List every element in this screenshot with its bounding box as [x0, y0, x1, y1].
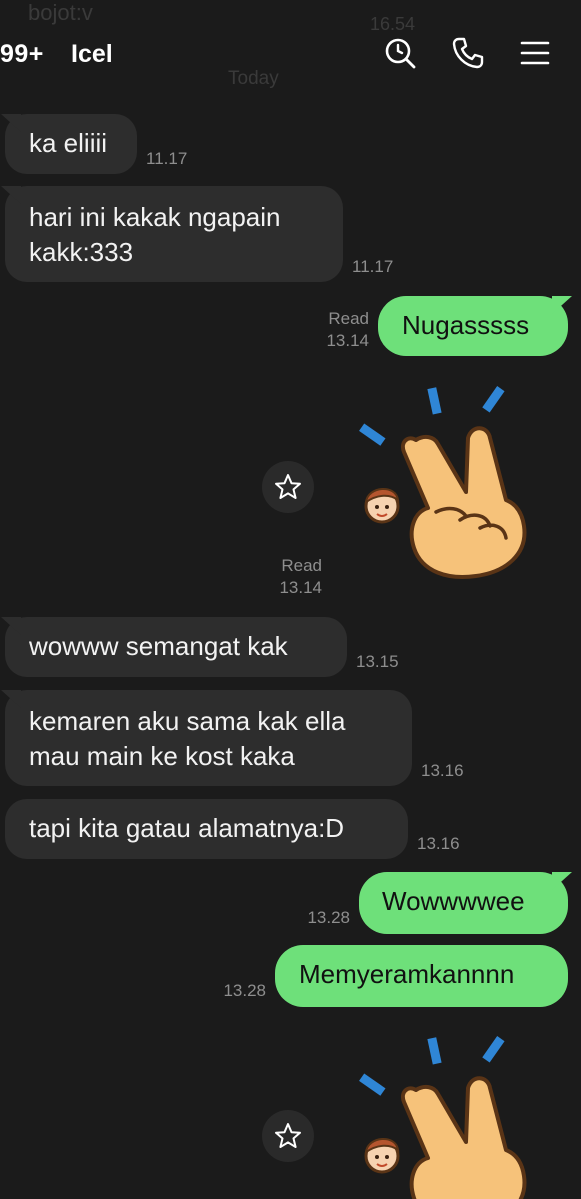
- message-text: hari ini kakak ngapain kakk:333: [29, 202, 281, 267]
- message-text: kemaren aku sama kak ella mau main ke ko…: [29, 706, 346, 771]
- favorite-sticker-button[interactable]: [262, 461, 314, 513]
- star-icon: [275, 474, 301, 499]
- message-time: 13.28: [307, 908, 350, 927]
- message-text: wowww semangat kak: [29, 631, 288, 661]
- message-text: Nugasssss: [402, 310, 530, 340]
- message-time: 13.15: [356, 652, 399, 671]
- outgoing-message-bubble[interactable]: Nugasssss: [378, 296, 568, 356]
- background-preview-sender: bojot:v: [28, 0, 93, 25]
- peace-hand-sticker[interactable]: [356, 1030, 536, 1199]
- read-status: Read: [281, 556, 322, 575]
- incoming-message-bubble[interactable]: kemaren aku sama kak ella mau main ke ko…: [5, 690, 412, 786]
- unread-count-back-button[interactable]: 99+: [0, 40, 44, 69]
- message-time: 11.17: [352, 257, 394, 276]
- message-text: ka eliiii: [29, 128, 108, 158]
- outgoing-message-bubble[interactable]: Memyeramkannnn: [275, 945, 568, 1007]
- message-time: 13.16: [417, 834, 460, 853]
- message-text: Memyeramkannnn: [299, 959, 515, 989]
- read-status: Read: [328, 309, 369, 328]
- message-time: 13.14: [326, 331, 369, 350]
- outgoing-message-bubble[interactable]: Wowwwwee: [359, 872, 568, 934]
- incoming-message-bubble[interactable]: ka eliiii: [5, 114, 137, 174]
- chat-title: Icel: [71, 40, 113, 68]
- star-icon: [275, 1123, 301, 1148]
- peace-hand-sticker[interactable]: [356, 380, 536, 590]
- chat-header: 99+ Icel: [0, 26, 581, 82]
- message-text: Wowwwwee: [382, 886, 525, 916]
- message-time: 11.17: [146, 149, 188, 168]
- menu-icon[interactable]: [518, 36, 552, 70]
- phone-icon[interactable]: [451, 36, 485, 70]
- incoming-message-bubble[interactable]: tapi kita gatau alamatnya:D: [5, 799, 408, 859]
- incoming-message-bubble[interactable]: hari ini kakak ngapain kakk:333: [5, 186, 343, 282]
- message-time: 13.28: [223, 981, 266, 1000]
- message-text: tapi kita gatau alamatnya:D: [29, 813, 345, 843]
- search-icon[interactable]: [383, 36, 417, 70]
- message-time: 13.16: [421, 761, 464, 780]
- incoming-message-bubble[interactable]: wowww semangat kak: [5, 617, 347, 677]
- message-time: 13.14: [279, 578, 322, 597]
- favorite-sticker-button[interactable]: [262, 1110, 314, 1162]
